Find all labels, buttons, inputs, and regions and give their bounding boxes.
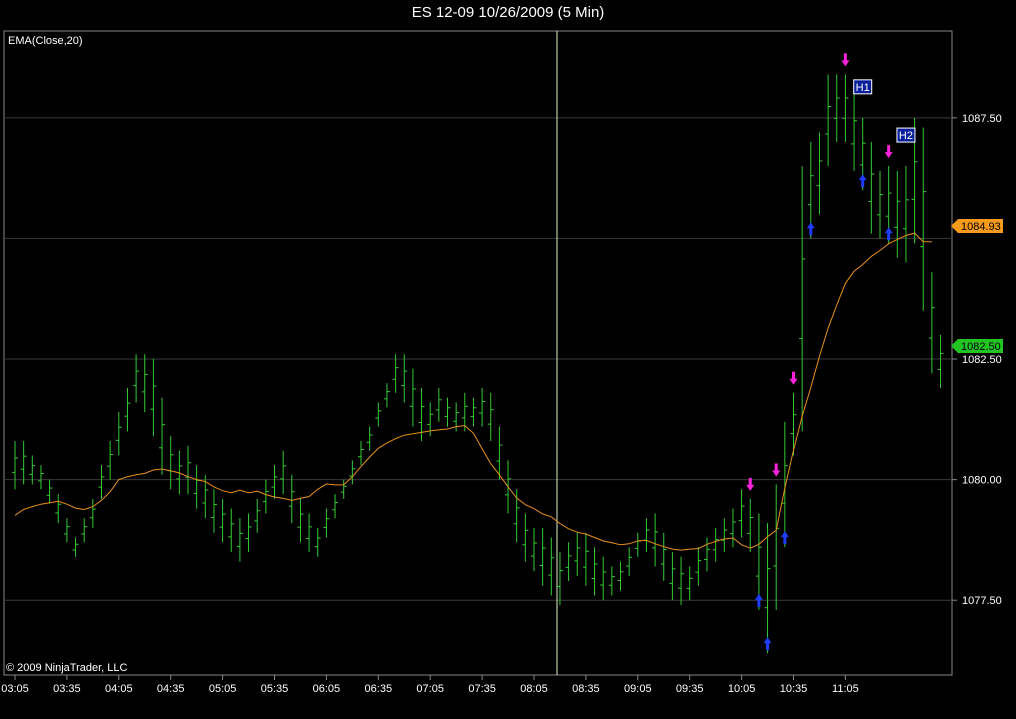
down-arrow-icon [789, 371, 798, 385]
x-tick-label: 06:05 [313, 683, 341, 695]
x-tick-label: 10:35 [780, 683, 808, 695]
x-tick-label: 09:35 [676, 683, 704, 695]
up-arrow-icon [806, 222, 815, 236]
signal-markers: H1 H2 [746, 53, 916, 651]
ohlc-bars [12, 74, 944, 654]
x-tick-label: 10:05 [728, 683, 756, 695]
x-tick-label: 03:05 [1, 683, 29, 695]
indicator-label: EMA(Close,20) [8, 35, 83, 47]
x-tick-label: 06:35 [365, 683, 393, 695]
x-tick-label: 03:35 [53, 683, 81, 695]
ema-tag-label: 1084.93 [961, 221, 1001, 233]
x-tick-label: 05:35 [261, 683, 289, 695]
x-tick-label: 09:05 [624, 683, 652, 695]
x-tick-label: 08:35 [572, 683, 600, 695]
grid-lines [4, 117, 952, 601]
up-arrow-icon [858, 174, 867, 188]
y-axis: 1077.50 1080.00 1082.50 1087.50 [952, 113, 1002, 607]
ema-line [14, 232, 932, 551]
x-tick-label: 08:05 [520, 683, 548, 695]
signal-label: H1 [856, 82, 870, 94]
up-arrow-icon [780, 531, 789, 545]
x-axis: 03:05 03:35 04:05 04:35 05:05 05:35 06:05 06:35… [1, 675, 859, 695]
x-tick-label: 04:35 [157, 683, 185, 695]
ema-price-tag: 1084.93 [951, 219, 1003, 233]
price-tag-label: 1082.50 [961, 341, 1001, 353]
x-tick-label: 05:05 [209, 683, 237, 695]
price-chart[interactable]: H1H2 1077.501080.001082.501087.50 03:05 0… [0, 0, 1016, 719]
down-arrow-icon [841, 53, 850, 67]
y-tick-label: 1080.00 [962, 475, 1002, 487]
y-tick-label: 1077.50 [962, 595, 1002, 607]
x-tick-label: 11:05 [832, 683, 859, 695]
last-price-tag: 1082.50 [951, 339, 1003, 353]
copyright-text: © 2009 NinjaTrader, LLC [6, 662, 127, 674]
down-arrow-icon [772, 463, 781, 477]
down-arrow-icon [884, 145, 893, 159]
y-tick-label: 1082.50 [962, 354, 1002, 366]
y-tick-label: 1087.50 [962, 113, 1002, 125]
x-tick-label: 07:35 [468, 683, 496, 695]
signal-label: H2 [899, 130, 913, 142]
up-arrow-icon [763, 637, 772, 651]
plot-border [3, 30, 953, 676]
x-tick-label: 07:05 [416, 683, 444, 695]
x-tick-label: 04:05 [105, 683, 133, 695]
